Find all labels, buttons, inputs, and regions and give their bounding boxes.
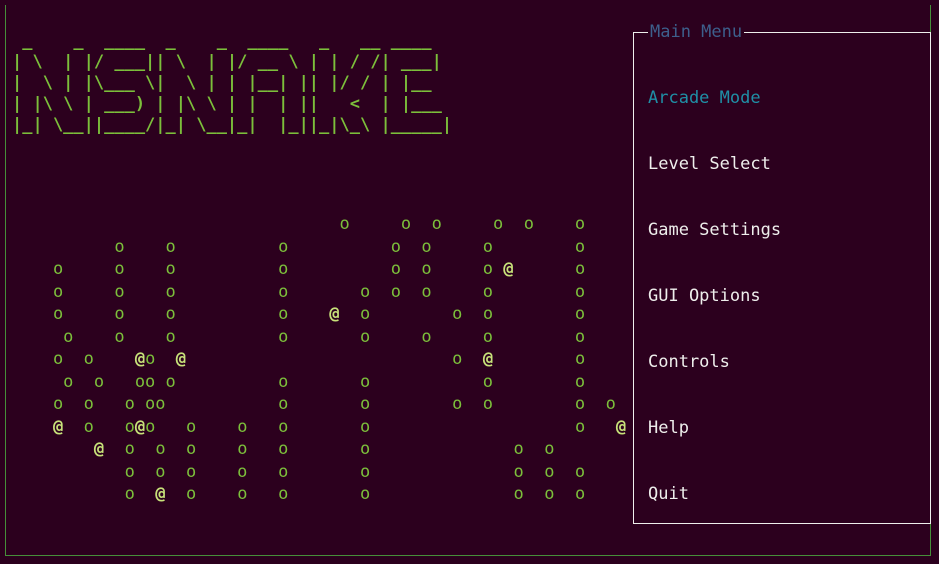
menu-item-help[interactable]: Help — [648, 417, 781, 439]
menu-item-quit[interactable]: Quit — [648, 483, 781, 505]
menu-item-gui-options[interactable]: GUI Options — [648, 285, 781, 307]
menu-item-level-select[interactable]: Level Select — [648, 153, 781, 175]
menu-item-controls[interactable]: Controls — [648, 351, 781, 373]
main-menu-box: Main Menu Arcade Mode Level Select Game … — [633, 32, 931, 524]
menu-item-game-settings[interactable]: Game Settings — [648, 219, 781, 241]
menu-item-arcade-mode[interactable]: Arcade Mode — [648, 87, 781, 109]
menu-items: Arcade Mode Level Select Game Settings G… — [648, 43, 781, 549]
game-title-ascii: _ _ ____ _ _ ____ _ __ ____ | \ | |/ ___… — [12, 31, 452, 136]
terminal-game-screen: _ _ ____ _ _ ____ _ __ ____ | \ | |/ ___… — [0, 0, 939, 564]
menu-title: Main Menu — [648, 21, 744, 43]
playfield: o o o o o o o o o o o o o o o o o o o o … — [12, 213, 626, 506]
